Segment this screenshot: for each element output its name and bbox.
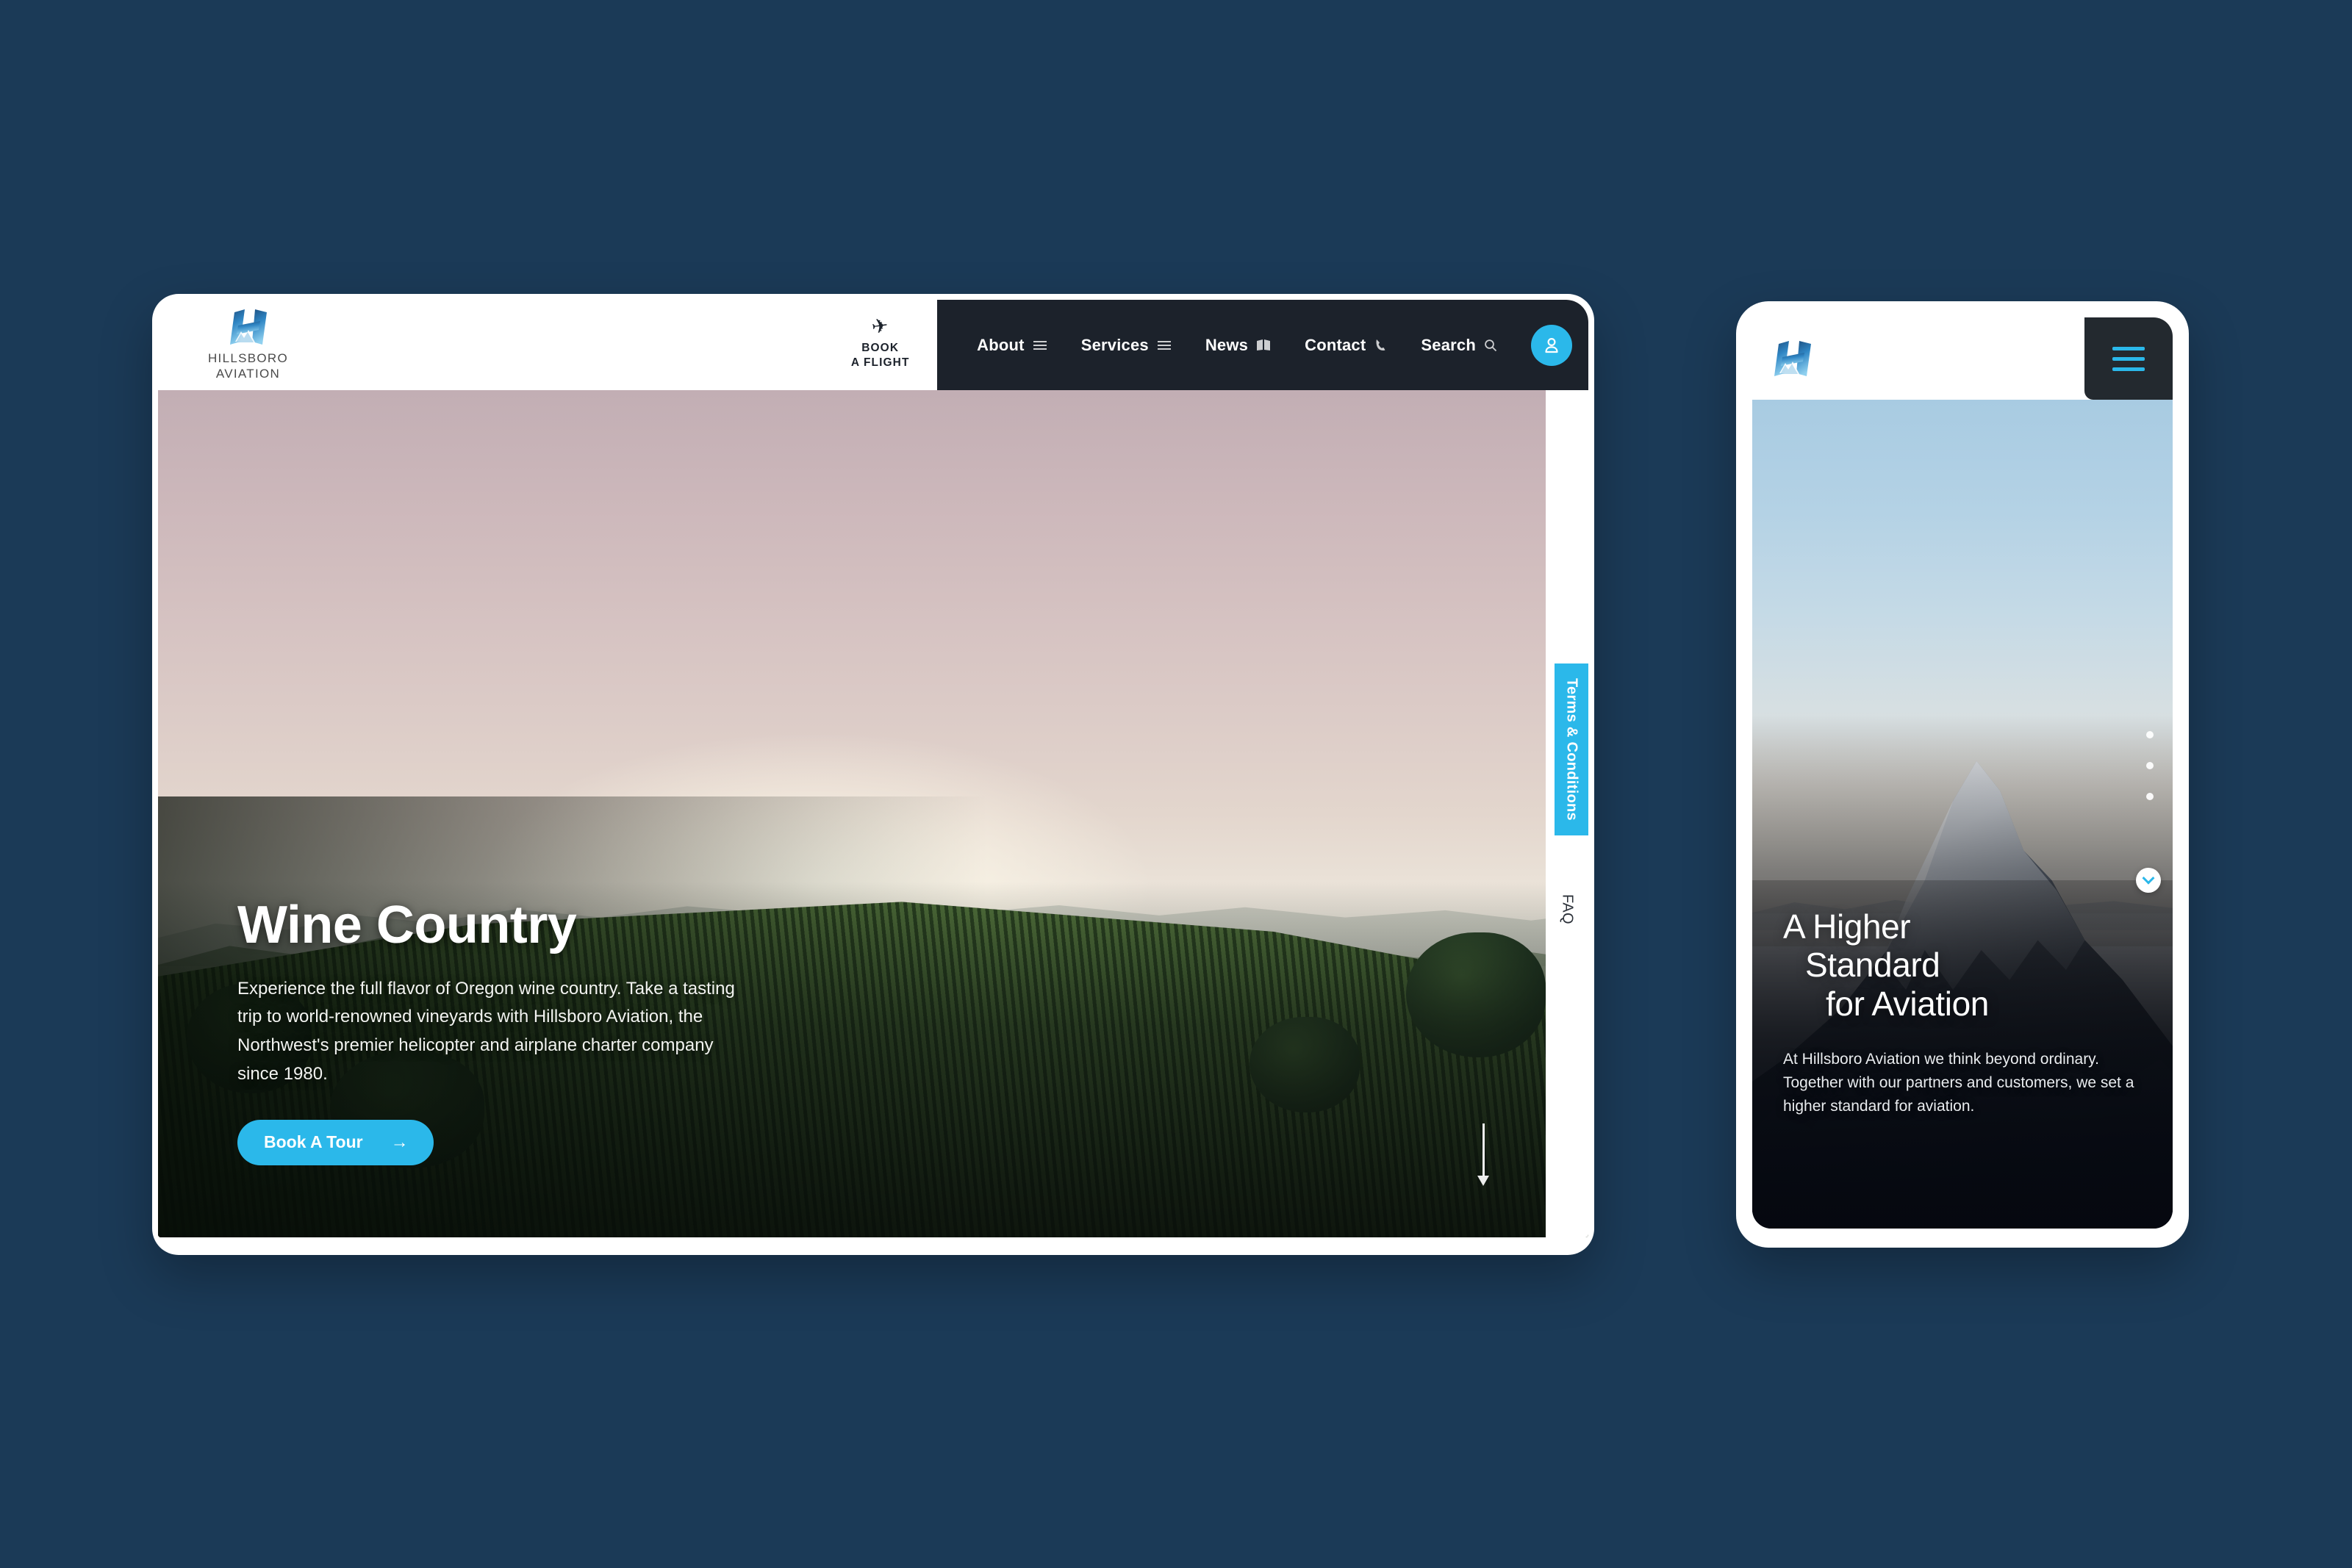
- nav-label-search: Search: [1421, 335, 1476, 354]
- hamburger-menu-icon-bar: [2112, 367, 2145, 371]
- nav-label-services: Services: [1080, 335, 1149, 354]
- mobile-hero-section: A Higher Standard for Aviation At Hillsb…: [1752, 400, 2173, 1229]
- nav-label-about: About: [977, 335, 1025, 354]
- book-a-tour-button[interactable]: Book A Tour →: [237, 1120, 434, 1165]
- side-rail: Terms & Conditions FAQ: [1546, 390, 1588, 1237]
- arrow-down-icon-head: [1477, 1176, 1489, 1186]
- carousel-dot[interactable]: [2146, 762, 2154, 770]
- book-a-flight-label: BOOK A FLIGHT: [851, 341, 910, 370]
- arrow-right-icon: →: [390, 1132, 409, 1152]
- desktop-header: HILLSBORO AVIATION ✈ BOOK A FLIGHT About: [158, 300, 1588, 390]
- arrow-down-icon-stem: [1482, 1123, 1485, 1176]
- user-account-icon: [1545, 337, 1558, 353]
- header-spacer: [323, 300, 823, 390]
- chevron-down-icon: [2142, 871, 2155, 885]
- nav-item-contact[interactable]: Contact: [1290, 336, 1402, 355]
- mobile-title-line2: Standard: [1805, 946, 1940, 985]
- list-lines-icon: [1033, 339, 1047, 351]
- terms-and-conditions-tab[interactable]: Terms & Conditions: [1555, 663, 1588, 835]
- mobile-header: [1752, 317, 2173, 400]
- account-button[interactable]: [1531, 324, 1572, 366]
- magnifier-icon: [1484, 339, 1497, 352]
- brand-name-line2: AVIATION: [215, 367, 281, 381]
- desktop-hero-section: Wine Country Experience the full flavor …: [158, 390, 1588, 1237]
- mobile-screen: A Higher Standard for Aviation At Hillsb…: [1752, 317, 2173, 1229]
- carousel-dot[interactable]: [2146, 793, 2154, 801]
- desktop-screen: HILLSBORO AVIATION ✈ BOOK A FLIGHT About: [158, 300, 1588, 1237]
- nav-label-news: News: [1205, 335, 1249, 354]
- airplane-takeoff-icon: ✈: [870, 314, 890, 339]
- book-flight-line2: A FLIGHT: [850, 356, 910, 369]
- desktop-device-frame: HILLSBORO AVIATION ✈ BOOK A FLIGHT About: [152, 294, 1594, 1255]
- open-book-icon: [1256, 339, 1271, 351]
- book-flight-line1: BOOK: [861, 342, 900, 355]
- hero-description: Experience the full flavor of Oregon win…: [237, 978, 735, 1085]
- nav-item-about[interactable]: About: [962, 336, 1062, 355]
- main-navigation: About Services News Contact Search: [937, 300, 1588, 390]
- nav-item-services[interactable]: Services: [1066, 336, 1186, 355]
- mobile-device-frame: A Higher Standard for Aviation At Hillsb…: [1736, 301, 2189, 1248]
- hillsboro-h-mountain-logo-icon[interactable]: [1770, 338, 1815, 379]
- book-a-tour-label: Book A Tour: [264, 1132, 363, 1151]
- mobile-title-line3: for Aviation: [1826, 984, 1989, 1023]
- nav-item-news[interactable]: News: [1191, 336, 1286, 355]
- hero-copy-block: Wine Country Experience the full flavor …: [237, 895, 796, 1165]
- phone-icon: [1374, 339, 1387, 352]
- scroll-down-indicator[interactable]: [1477, 1123, 1489, 1186]
- list-lines-icon: [1157, 339, 1172, 351]
- hero-title: Wine Country: [237, 895, 577, 954]
- nav-label-contact: Contact: [1305, 335, 1366, 354]
- brand-wordmark: HILLSBORO AVIATION: [208, 351, 288, 381]
- mobile-hero-description: At Hillsboro Aviation we think beyond or…: [1783, 1051, 2134, 1115]
- brand-name-line1: HILLSBORO: [207, 351, 288, 366]
- book-a-flight-button[interactable]: ✈ BOOK A FLIGHT: [823, 300, 938, 390]
- hamburger-menu-icon-bar: [2112, 356, 2145, 361]
- hamburger-menu-icon-bar: [2112, 346, 2145, 350]
- mobile-hero-copy-block: A Higher Standard for Aviation At Hillsb…: [1783, 907, 2142, 1118]
- faq-tab[interactable]: FAQ: [1546, 855, 1588, 965]
- hillsboro-h-mountain-logo-icon: [229, 309, 267, 345]
- brand-logo[interactable]: HILLSBORO AVIATION: [158, 300, 323, 390]
- carousel-indicators: [2146, 731, 2154, 801]
- mobile-menu-button[interactable]: [2084, 317, 2173, 400]
- mobile-title-line1: A Higher: [1783, 907, 1911, 946]
- carousel-dot[interactable]: [2146, 731, 2154, 739]
- nav-item-search[interactable]: Search: [1406, 336, 1512, 355]
- mobile-hero-title: A Higher Standard for Aviation: [1783, 907, 2142, 1023]
